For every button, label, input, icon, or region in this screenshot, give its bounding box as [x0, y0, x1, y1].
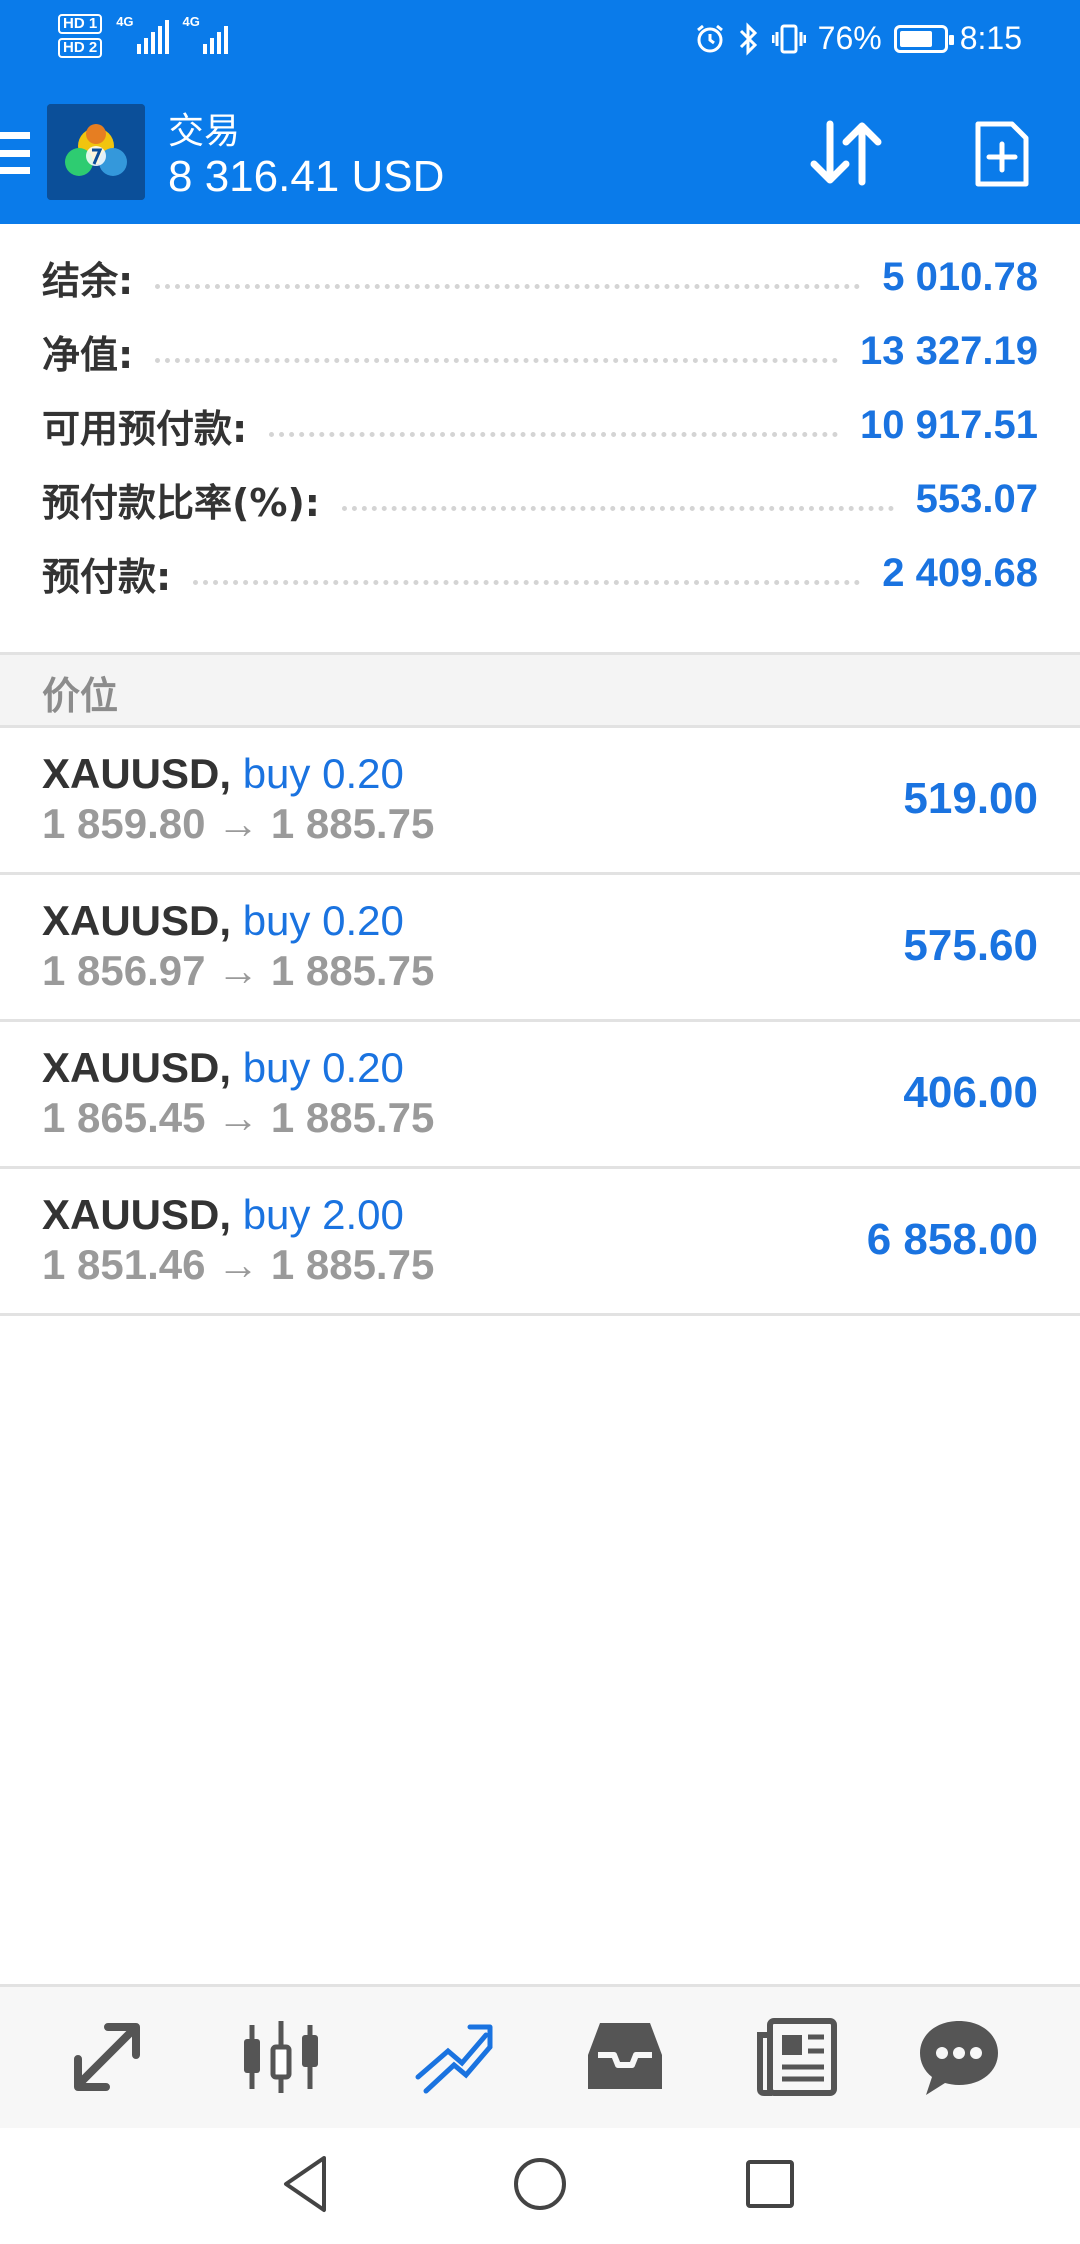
battery-icon	[893, 24, 954, 53]
summary-value: 2 409.68	[882, 550, 1038, 595]
bottom-navigation	[0, 1984, 1080, 2128]
back-icon[interactable]	[276, 2152, 340, 2216]
signal-icon-sim1: 4G	[116, 14, 169, 54]
news-icon[interactable]	[752, 2015, 842, 2099]
summary-value: 5 010.78	[882, 254, 1038, 299]
summary-label: 结余:	[42, 258, 134, 303]
quotes-icon[interactable]	[64, 2015, 154, 2099]
summary-value: 553.07	[915, 476, 1038, 521]
position-row[interactable]: XAUUSD, buy 0.20 1 859.80 → 1 885.75 519…	[0, 728, 1080, 875]
summary-label: 预付款:	[42, 554, 172, 599]
position-profit: 406.00	[903, 1068, 1038, 1117]
position-symbol: XAUUSD,	[42, 1191, 232, 1238]
position-symbol: XAUUSD,	[42, 1044, 232, 1091]
position-profit: 575.60	[903, 921, 1038, 970]
account-balance: 8 316.41 USD	[168, 152, 445, 201]
dotted-leader	[193, 561, 861, 585]
status-bar: HD 1 HD 2 4G 4G 76% 8:15	[0, 0, 1080, 78]
recents-icon[interactable]	[738, 2152, 802, 2216]
summary-row-equity: 净值: 13 327.19	[42, 314, 1038, 388]
position-side: buy 2.00	[242, 1191, 404, 1238]
position-prices: 1 856.97 → 1 885.75	[42, 947, 435, 994]
menu-icon[interactable]	[0, 132, 30, 174]
summary-label: 可用预付款:	[42, 406, 248, 451]
account-summary-rows: 结余: 5 010.78 净值: 13 327.19 可用预付款: 10 917…	[0, 224, 1080, 652]
position-profit: 6 858.00	[866, 1215, 1038, 1264]
metatrader-logo	[47, 104, 145, 200]
chart-icon[interactable]	[236, 2015, 326, 2099]
summary-value: 13 327.19	[860, 328, 1038, 373]
summary-row-balance: 结余: 5 010.78	[42, 240, 1038, 314]
position-symbol: XAUUSD,	[42, 750, 232, 797]
top-bar: HD 1 HD 2 4G 4G 76% 8:15 交易 8 316.41 USD	[0, 0, 1080, 224]
new-order-icon[interactable]	[974, 120, 1030, 188]
dotted-leader	[155, 339, 839, 363]
app-bar: 交易 8 316.41 USD	[0, 88, 1080, 224]
system-indicators: 76% 8:15	[694, 20, 1022, 57]
position-row[interactable]: XAUUSD, buy 0.20 1 856.97 → 1 885.75 575…	[0, 875, 1080, 1022]
chat-icon[interactable]	[914, 2015, 1004, 2099]
position-side: buy 0.20	[242, 750, 404, 797]
summary-row-free-margin: 可用预付款: 10 917.51	[42, 388, 1038, 462]
position-prices: 1 851.46 → 1 885.75	[42, 1241, 435, 1288]
signal-icon-sim2: 4G	[183, 14, 228, 54]
history-icon[interactable]	[580, 2015, 670, 2099]
dotted-leader	[269, 413, 839, 437]
position-side: buy 0.20	[242, 1044, 404, 1091]
hd-badge-1: HD 1	[58, 14, 103, 34]
vibrate-icon	[771, 24, 806, 53]
network-type-sim2: 4G	[182, 14, 200, 29]
page-title: 交易	[168, 111, 241, 152]
battery-fill	[899, 30, 932, 47]
sort-icon[interactable]	[806, 118, 886, 188]
bluetooth-icon	[739, 21, 757, 56]
summary-label: 预付款比率(%):	[42, 480, 321, 525]
position-profit: 519.00	[903, 774, 1038, 823]
battery-percent: 76%	[817, 20, 882, 56]
positions-section-header: 价位	[0, 652, 1080, 728]
position-row[interactable]: XAUUSD, buy 2.00 1 851.46 → 1 885.75 6 8…	[0, 1169, 1080, 1316]
position-prices: 1 865.45 → 1 885.75	[42, 1094, 435, 1141]
home-icon[interactable]	[508, 2152, 572, 2216]
network-type-sim1: 4G	[116, 14, 134, 29]
position-side: buy 0.20	[242, 897, 404, 944]
clock: 8:15	[959, 20, 1022, 56]
summary-row-margin: 预付款: 2 409.68	[42, 536, 1038, 610]
summary-value: 10 917.51	[860, 402, 1038, 447]
dotted-leader	[342, 487, 894, 511]
position-row[interactable]: XAUUSD, buy 0.20 1 865.45 → 1 885.75 406…	[0, 1022, 1080, 1169]
position-symbol: XAUUSD,	[42, 897, 232, 944]
section-title: 价位	[42, 674, 119, 718]
summary-label: 净值:	[42, 332, 134, 377]
system-navigation-bar	[0, 2128, 1080, 2244]
summary-row-margin-level: 预付款比率(%): 553.07	[42, 462, 1038, 536]
dotted-leader	[155, 265, 861, 289]
network-indicators: HD 1 HD 2 4G 4G	[58, 14, 228, 58]
trade-icon[interactable]	[408, 2015, 498, 2099]
positions-list: XAUUSD, buy 0.20 1 859.80 → 1 885.75 519…	[0, 728, 1080, 1316]
position-prices: 1 859.80 → 1 885.75	[42, 800, 435, 847]
alarm-icon	[696, 24, 723, 52]
hd-badge-2: HD 2	[58, 38, 103, 58]
